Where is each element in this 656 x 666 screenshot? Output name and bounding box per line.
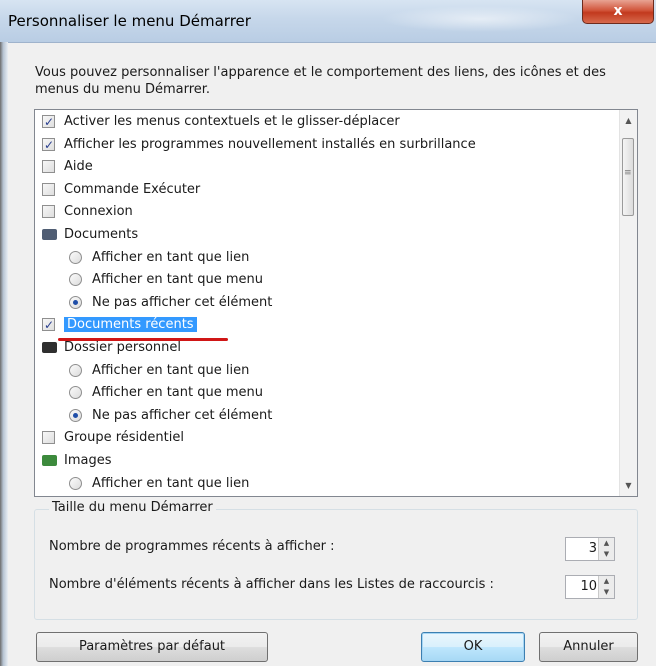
option-label-wrap: Afficher en tant que menu xyxy=(92,269,263,291)
option-checkbox[interactable] xyxy=(42,111,55,133)
option-label-wrap: Ne pas afficher cet élément xyxy=(92,405,272,427)
ok-button[interactable]: OK xyxy=(421,632,525,662)
stepper-up-icon[interactable]: ▲ xyxy=(599,576,614,587)
title-bar-glow xyxy=(380,6,580,32)
option-radio[interactable] xyxy=(69,295,82,309)
option-label: Afficher en tant que lien xyxy=(92,475,250,491)
option-label: Afficher en tant que lien xyxy=(92,249,250,265)
stepper-up-icon[interactable]: ▲ xyxy=(599,538,614,549)
jump-list-value[interactable]: 10 xyxy=(580,579,597,594)
documents-icon xyxy=(42,229,57,240)
jump-list-label: Nombre d'éléments récents à afficher dan… xyxy=(49,577,494,592)
option-label-wrap: Images xyxy=(64,450,112,472)
option-label-wrap: Afficher en tant que lien xyxy=(92,247,249,269)
option-label-wrap: Afficher en tant que lien xyxy=(92,360,249,382)
option-checkbox[interactable] xyxy=(42,205,55,219)
annotation-underline xyxy=(58,338,228,341)
option-label: Aide xyxy=(64,159,93,175)
option-label: Afficher en tant que lien xyxy=(92,362,250,378)
scroll-down-arrow-icon[interactable]: ▼ xyxy=(620,477,637,494)
option-label: Commande Exécuter xyxy=(64,181,201,197)
window-left-edge xyxy=(0,42,8,666)
option-label: Groupe résidentiel xyxy=(64,430,184,446)
personal-folder-icon xyxy=(42,342,57,353)
option-label-wrap: Afficher les programmes nouvellement ins… xyxy=(64,134,476,156)
option-label-wrap: Afficher en tant que lien xyxy=(92,473,249,495)
option-label-wrap: Documents récents xyxy=(64,314,197,336)
close-button[interactable]: x xyxy=(582,0,654,24)
list-scrollbar[interactable]: ▲ ≡ ▼ xyxy=(619,110,637,496)
option-checkbox[interactable] xyxy=(42,182,55,196)
option-radio[interactable] xyxy=(69,273,82,287)
title-bar: Personnaliser le menu Démarrer x xyxy=(0,0,656,43)
option-radio[interactable] xyxy=(69,408,82,422)
images-icon xyxy=(42,455,57,466)
menu-size-legend: Taille du menu Démarrer xyxy=(49,500,216,515)
option-label-wrap: Activer les menus contextuels et le glis… xyxy=(64,111,400,133)
option-label: Afficher les programmes nouvellement ins… xyxy=(64,136,476,152)
option-radio[interactable] xyxy=(69,363,82,377)
option-label-wrap: Groupe résidentiel xyxy=(64,427,184,449)
cancel-button[interactable]: Annuler xyxy=(539,632,638,662)
option-checkbox[interactable] xyxy=(42,160,55,174)
recent-programs-label: Nombre de programmes récents à afficher … xyxy=(49,539,335,554)
scroll-grip-icon: ≡ xyxy=(624,168,632,178)
scroll-up-arrow-icon[interactable]: ▲ xyxy=(620,112,637,129)
option-label: Afficher en tant que menu xyxy=(92,385,263,401)
defaults-button[interactable]: Paramètres par défaut xyxy=(36,632,268,662)
option-radio[interactable] xyxy=(69,250,82,264)
option-label-wrap: Ne pas afficher cet élément xyxy=(92,292,272,314)
option-label-wrap: Connexion xyxy=(64,201,133,223)
options-list[interactable]: Activer les menus contextuels et le glis… xyxy=(34,109,638,497)
option-label: Ne pas afficher cet élément xyxy=(92,294,273,310)
recent-programs-value[interactable]: 3 xyxy=(589,541,597,556)
option-radio[interactable] xyxy=(69,476,82,490)
menu-size-group: Taille du menu Démarrer Nombre de progra… xyxy=(34,500,638,620)
stepper-down-icon[interactable]: ▼ xyxy=(599,587,614,598)
option-label-wrap: Commande Exécuter xyxy=(64,179,200,201)
option-label: Ne pas afficher cet élément xyxy=(92,407,273,423)
option-checkbox[interactable] xyxy=(42,314,55,336)
option-label: Dossier personnel xyxy=(64,340,182,355)
option-label: Afficher en tant que menu xyxy=(92,272,263,288)
option-checkbox[interactable] xyxy=(42,431,55,445)
option-label: Documents xyxy=(64,227,139,242)
option-label: Documents récents xyxy=(64,317,197,333)
option-checkbox[interactable] xyxy=(42,134,55,156)
option-label: Activer les menus contextuels et le glis… xyxy=(64,114,400,129)
option-label-wrap: Documents xyxy=(64,224,138,246)
intro-text: Vous pouvez personnaliser l'apparence et… xyxy=(35,65,606,97)
option-label-wrap: Aide xyxy=(64,156,93,178)
option-label: Images xyxy=(64,453,112,468)
option-label: Connexion xyxy=(64,204,133,220)
window-title: Personnaliser le menu Démarrer xyxy=(8,12,251,30)
recent-programs-stepper[interactable]: 3 ▲ ▼ xyxy=(565,537,615,561)
option-label-wrap: Afficher en tant que menu xyxy=(92,382,263,404)
stepper-down-icon[interactable]: ▼ xyxy=(599,549,614,560)
jump-list-stepper[interactable]: 10 ▲ ▼ xyxy=(565,575,615,599)
option-radio[interactable] xyxy=(69,386,82,400)
